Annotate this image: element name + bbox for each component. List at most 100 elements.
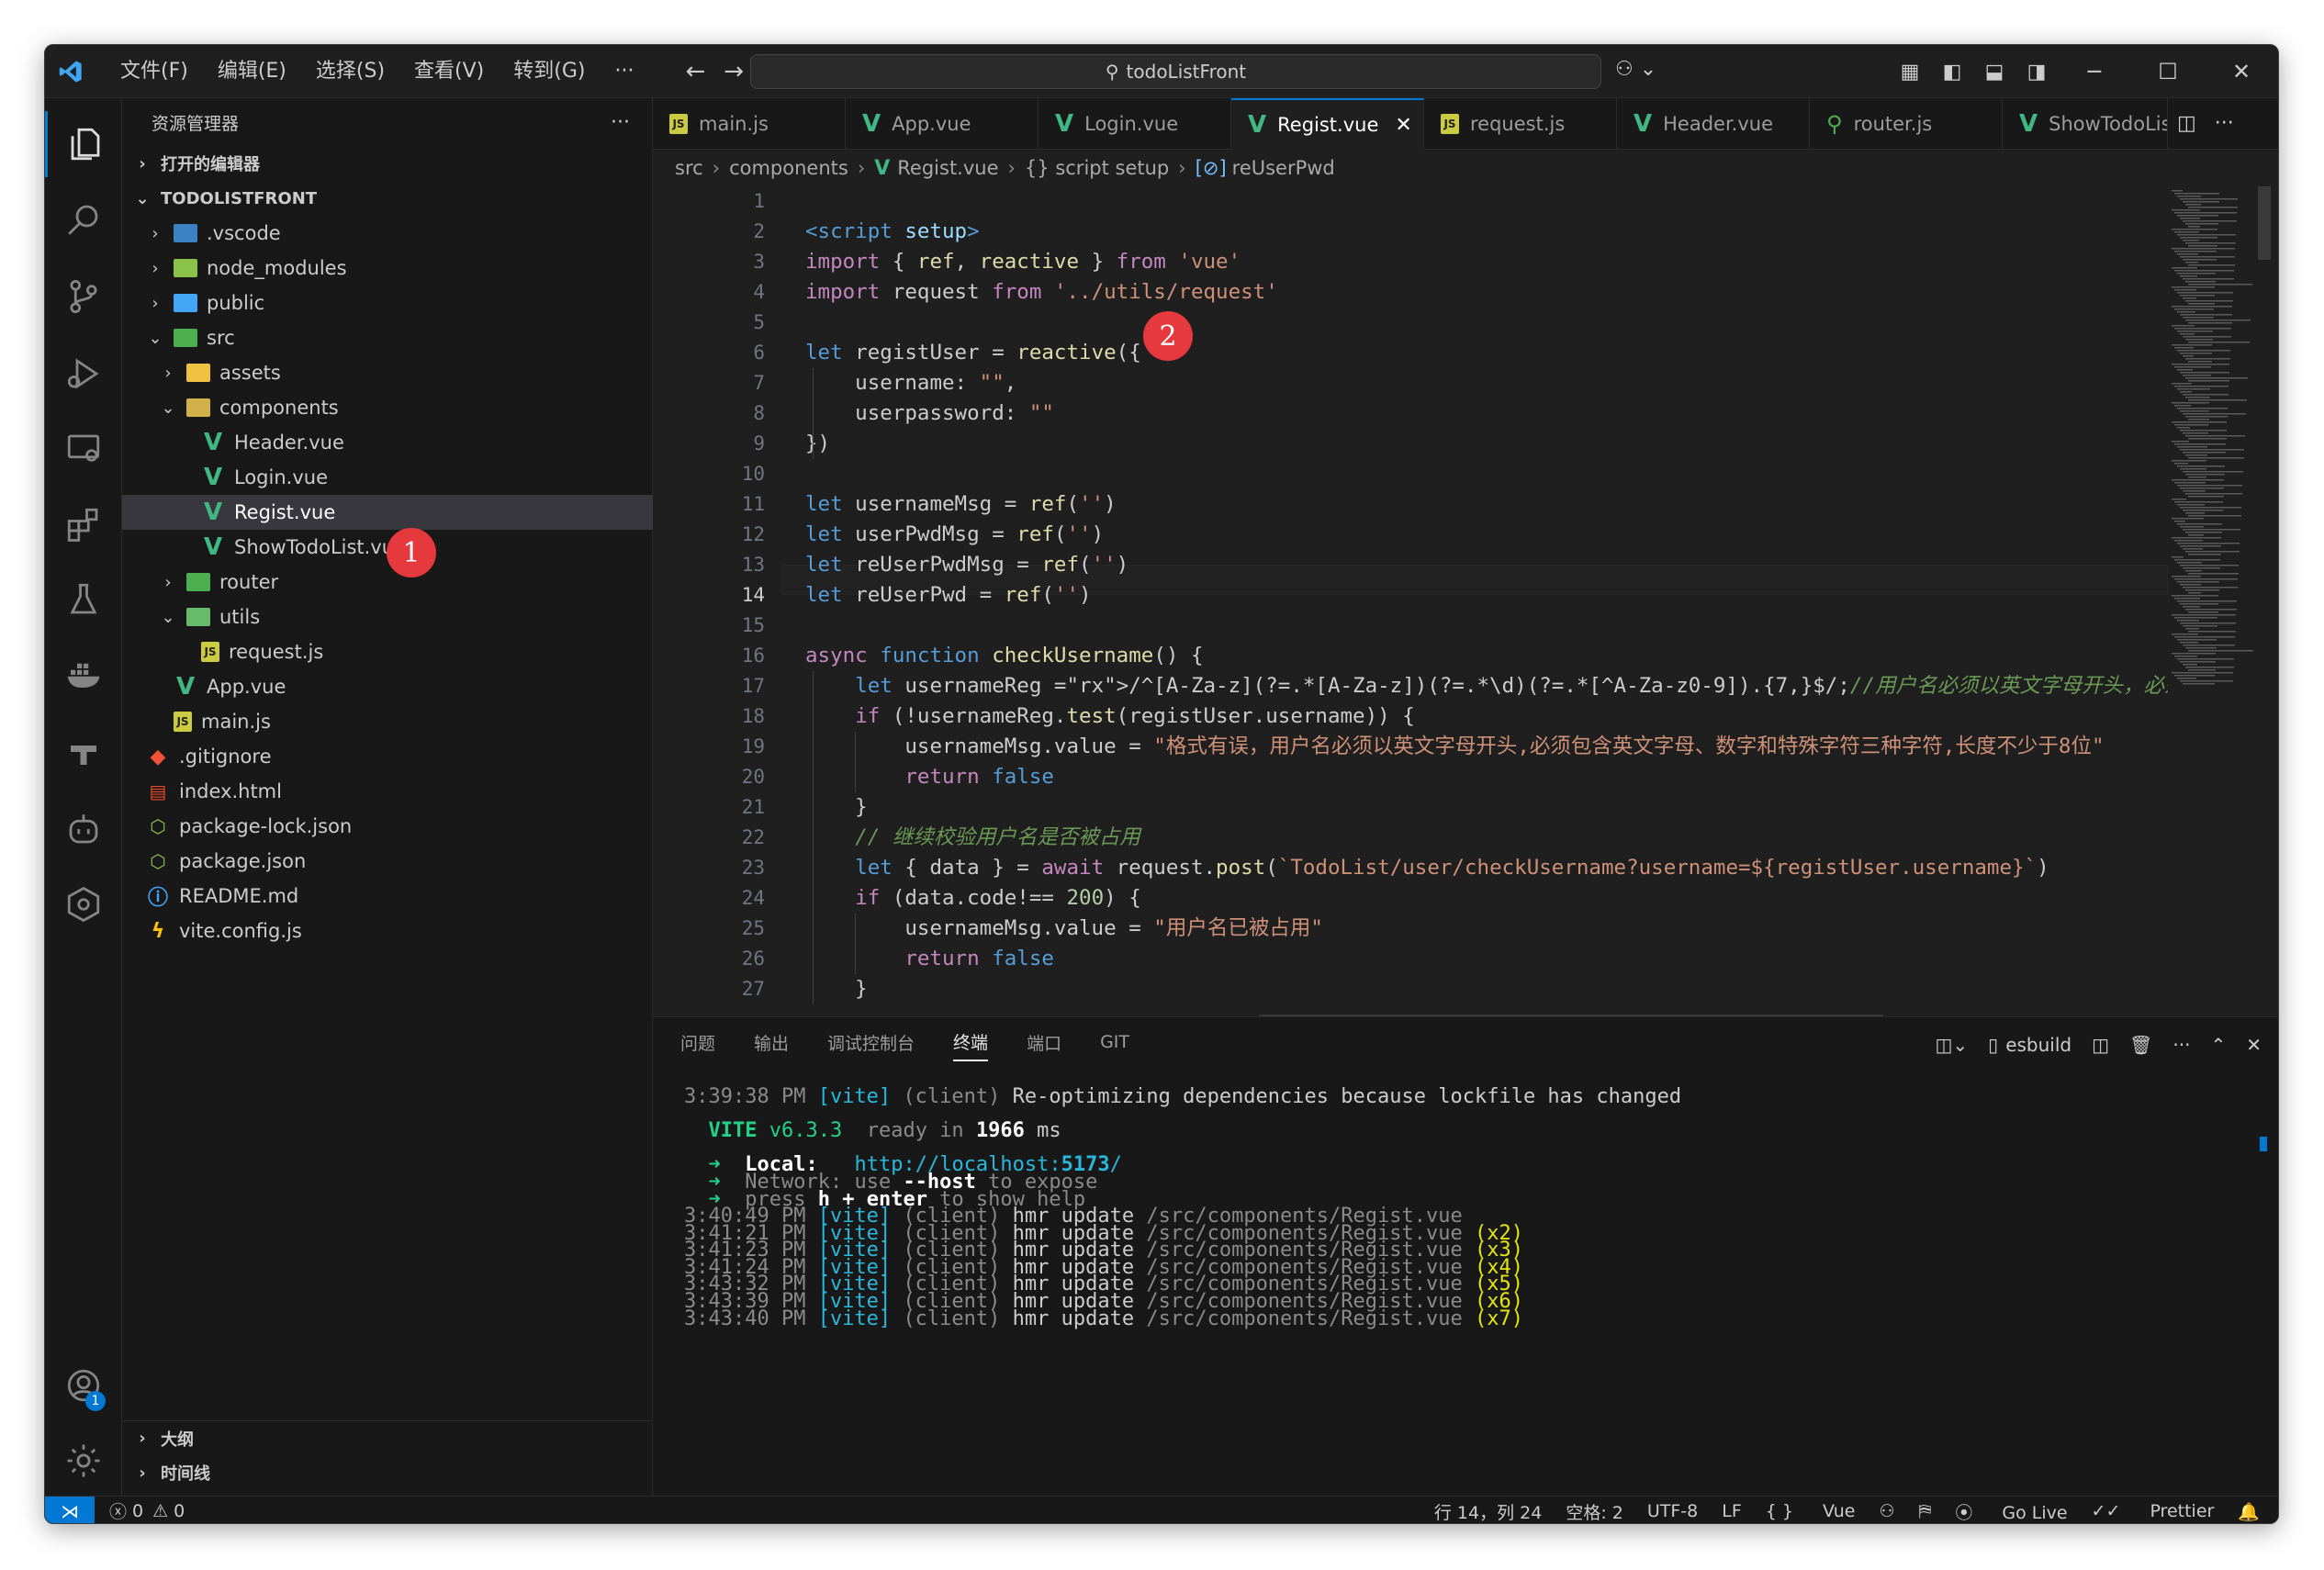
explorer-icon[interactable] [45, 111, 122, 177]
code-editor[interactable]: 1 2 3 4 5 6 7 8 9 10 11 12 13 14 15 16 17 18 19 20 21 22 23 24 2… [653, 186, 2168, 1062]
forward-arrow-icon[interactable]: → [724, 58, 744, 85]
deploy-icon[interactable] [45, 719, 122, 785]
testing-icon[interactable] [45, 566, 122, 633]
minimize-icon[interactable]: ─ [2058, 59, 2131, 84]
maximize-panel-icon[interactable]: ⌃ [2210, 1034, 2226, 1056]
tab-regist-vue[interactable]: V Regist.vue ✕ [1231, 98, 1424, 150]
error-icon[interactable]: ⓧ [109, 1498, 127, 1523]
extensions-icon[interactable] [45, 491, 122, 557]
remote-explorer-icon[interactable] [45, 416, 122, 482]
tree-item-index-html[interactable]: ▤ index.html [122, 774, 653, 809]
menu-selection[interactable]: 选择(S) [301, 45, 399, 98]
copilot-icon[interactable]: ⚇ ⌄ [1615, 58, 1656, 81]
notifications-bell-icon[interactable]: 🔔 [2238, 1501, 2260, 1522]
tab-debug-console[interactable]: 调试控制台 [827, 1030, 915, 1060]
tree-item-request-js[interactable]: JS request.js [122, 634, 653, 669]
menu-file[interactable]: 文件(F) [106, 45, 203, 98]
tab-request-js[interactable]: JS request.js [1424, 98, 1617, 150]
split-terminal-icon[interactable]: ◫ [2092, 1034, 2109, 1056]
source-control-icon[interactable] [45, 264, 122, 330]
tree-item-regist-vue[interactable]: V Regist.vue [122, 495, 653, 530]
toggle-sidebar-icon[interactable]: ◧ [1931, 61, 1973, 84]
close-tab-icon[interactable]: ✕ [1395, 114, 1411, 137]
tree-item-vite-config[interactable]: ϟ vite.config.js [122, 914, 653, 948]
settings-gear-icon[interactable] [45, 1428, 122, 1494]
more-actions-icon[interactable]: ··· [2172, 1034, 2190, 1056]
project-section[interactable]: ⌄ TODOLISTFRONT [122, 181, 652, 216]
tree-item-header-vue[interactable]: V Header.vue [122, 425, 653, 460]
warning-icon[interactable]: ⚠ [152, 1501, 168, 1521]
accounts-icon[interactable]: 1 [45, 1352, 122, 1419]
tab-login-vue[interactable]: V Login.vue [1039, 98, 1231, 150]
tab-app-vue[interactable]: V App.vue [846, 98, 1039, 150]
breadcrumb-src[interactable]: src [675, 157, 703, 179]
menu-view[interactable]: 查看(V) [399, 45, 499, 98]
tab-header-vue[interactable]: V Header.vue [1617, 98, 1810, 150]
tab-router-js[interactable]: ⚲ router.js [1810, 98, 2003, 150]
prettier-button[interactable]: ✓✓ Prettier [2092, 1501, 2215, 1521]
tab-problems[interactable]: 问题 [680, 1030, 715, 1060]
breadcrumb-components[interactable]: components [729, 157, 848, 179]
customize-layout-icon[interactable]: ▦ [1889, 61, 1931, 84]
cursor-position[interactable]: 行 14，列 24 [1434, 1499, 1542, 1524]
close-panel-icon[interactable]: ✕ [2246, 1034, 2262, 1056]
tab-main-js[interactable]: JS main.js [653, 98, 846, 150]
tree-item-main-js[interactable]: JS main.js [122, 704, 653, 739]
menu-edit[interactable]: 编辑(E) [203, 45, 301, 98]
back-arrow-icon[interactable]: ← [685, 58, 705, 85]
indentation[interactable]: 空格: 2 [1566, 1499, 1623, 1524]
open-editors-section[interactable]: › 打开的编辑器 [122, 146, 652, 181]
breadcrumb-script-setup[interactable]: {} script setup [1025, 157, 1169, 179]
tree-item-router[interactable]: › router [122, 565, 653, 600]
outline-section[interactable]: › 大纲 [122, 1420, 653, 1455]
close-window-icon[interactable]: ✕ [2205, 59, 2278, 84]
encoding[interactable]: UTF-8 [1647, 1501, 1698, 1521]
breadcrumb-file[interactable]: Regist.vue [897, 157, 998, 179]
tree-item-gitignore[interactable]: ◆ .gitignore [122, 739, 653, 774]
search-view-icon[interactable] [45, 186, 122, 252]
tree-item-components[interactable]: ⌄ components [122, 390, 653, 425]
gitlens-icon[interactable] [45, 871, 122, 937]
run-debug-icon[interactable] [45, 341, 122, 407]
copilot-chat-icon[interactable] [45, 796, 122, 862]
tree-item-src[interactable]: ⌄ src [122, 320, 653, 355]
menu-more[interactable]: ··· [600, 45, 648, 98]
copilot-status-icon[interactable]: ⚇ [1879, 1501, 1894, 1521]
tree-item-package-lock-json[interactable]: ⬡ package-lock.json [122, 809, 653, 844]
tree-item-readme[interactable]: ⓘ README.md [122, 879, 653, 914]
vertical-scrollbar[interactable] [2258, 186, 2271, 260]
toggle-panel-icon[interactable]: ⬓ [1973, 61, 2015, 84]
docker-icon[interactable] [45, 642, 122, 708]
tree-item-utils[interactable]: ⌄ utils [122, 600, 653, 634]
breadcrumb-symbol[interactable]: reUserPwd [1232, 157, 1335, 179]
terminal-shell-label[interactable]: esbuild [2005, 1034, 2071, 1056]
terminal-output[interactable]: 3:39:38 PM [vite] (client) Re-optimizing… [653, 1072, 2278, 1495]
go-live-button[interactable]: ⦿ Go Live [1955, 1499, 2067, 1524]
timeline-section[interactable]: › 时间线 [122, 1455, 653, 1490]
tab-output[interactable]: 输出 [754, 1030, 789, 1060]
tree-item-vscode[interactable]: › .vscode [122, 216, 653, 251]
tree-item-app-vue[interactable]: V App.vue [122, 669, 653, 704]
split-editor-icon[interactable]: ◫ [2177, 112, 2196, 135]
tab-ports[interactable]: 端口 [1027, 1030, 1061, 1060]
tree-item-assets[interactable]: › assets [122, 355, 653, 390]
language-mode[interactable]: { } Vue [1766, 1501, 1856, 1521]
remote-indicator-icon[interactable]: ⋊ [45, 1496, 95, 1523]
tab-git[interactable]: GIT [1100, 1032, 1129, 1058]
new-terminal-dropdown-icon[interactable]: ◫⌄ [1936, 1034, 1969, 1056]
menu-go[interactable]: 转到(G) [499, 45, 600, 98]
toggle-secondary-sidebar-icon[interactable]: ◨ [2015, 61, 2058, 84]
tab-showtodolist[interactable]: V ShowTodoLis [2003, 98, 2168, 150]
more-actions-icon[interactable]: ··· [611, 111, 630, 134]
command-center-search[interactable]: ⚲ todoListFront [750, 54, 1601, 89]
end-of-line[interactable]: LF [1722, 1501, 1742, 1521]
more-actions-icon[interactable]: ··· [2215, 112, 2234, 135]
tree-item-package-json[interactable]: ⬡ package.json [122, 844, 653, 879]
tree-item-public[interactable]: › public [122, 286, 653, 320]
kill-terminal-icon[interactable]: 🗑 [2129, 1034, 2152, 1056]
tree-item-node-modules[interactable]: › node_modules [122, 251, 653, 286]
tab-terminal[interactable]: 终端 [953, 1029, 989, 1061]
deploy-status-icon[interactable]: ⛿ [1919, 1501, 1932, 1521]
minimap[interactable] [2168, 186, 2278, 1062]
tree-item-login-vue[interactable]: V Login.vue [122, 460, 653, 495]
